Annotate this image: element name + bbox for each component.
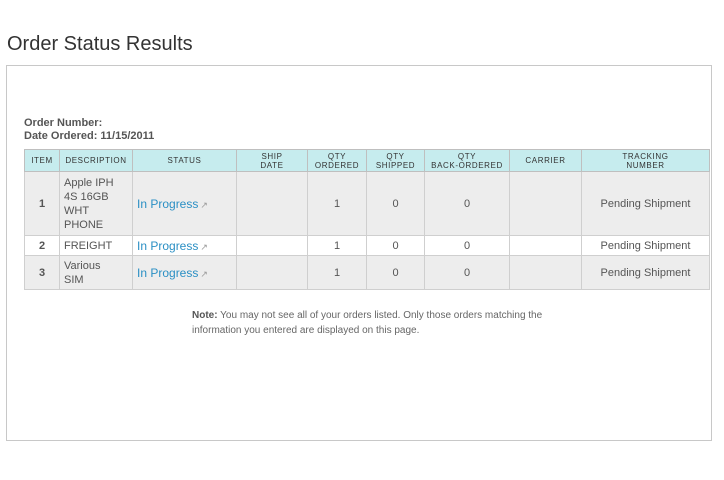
item-number: 3 bbox=[24, 255, 60, 290]
ship-date bbox=[236, 235, 308, 256]
qty-backordered: 0 bbox=[424, 235, 510, 256]
ship-date bbox=[236, 255, 308, 290]
status-link[interactable]: In Progress bbox=[137, 266, 198, 280]
table-row: 1 Apple IPH 4S 16GB WHT PHONE In Progres… bbox=[24, 171, 710, 236]
order-results-panel: Order Number: Date Ordered: 11/15/2011 I… bbox=[6, 65, 712, 441]
qty-ordered: 1 bbox=[307, 235, 367, 256]
note-text: You may not see all of your orders liste… bbox=[192, 310, 543, 336]
ship-date bbox=[236, 171, 308, 236]
item-description: FREIGHT bbox=[59, 235, 133, 256]
carrier bbox=[509, 255, 582, 290]
qty-shipped: 0 bbox=[366, 235, 425, 256]
table-row: 3 Various SIM In Progress ↗ 1 0 0 Pending… bbox=[24, 255, 710, 290]
order-number-label: Order Number: bbox=[24, 117, 103, 129]
col-header-item: ITEM bbox=[24, 149, 60, 172]
external-link-icon: ↗ bbox=[200, 199, 208, 210]
page-title: Order Status Results bbox=[7, 33, 193, 55]
item-description: Various SIM bbox=[59, 255, 133, 290]
tracking-number: Pending Shipment bbox=[581, 171, 710, 236]
status-cell: In Progress ↗ bbox=[132, 171, 237, 236]
orders-table: ITEM DESCRIPTION STATUS SHIP DATE QTY ORDE… bbox=[24, 149, 710, 290]
col-header-qty-backordered: QTY BACK-ORDERED bbox=[424, 149, 510, 172]
note-label: Note: bbox=[192, 310, 218, 321]
order-meta: Order Number: Date Ordered: 11/15/2011 bbox=[24, 117, 154, 143]
col-header-status: STATUS bbox=[132, 149, 237, 172]
col-header-qty-shipped: QTY SHIPPED bbox=[366, 149, 425, 172]
col-header-qty-ordered: QTY ORDERED bbox=[307, 149, 367, 172]
qty-shipped: 0 bbox=[366, 255, 425, 290]
status-cell: In Progress ↗ bbox=[132, 255, 237, 290]
tracking-number: Pending Shipment bbox=[581, 235, 710, 256]
table-row: 2 FREIGHT In Progress ↗ 1 0 0 Pending Shi… bbox=[24, 235, 710, 256]
carrier bbox=[509, 235, 582, 256]
orders-note: Note: You may not see all of your orders… bbox=[192, 308, 592, 338]
qty-backordered: 0 bbox=[424, 255, 510, 290]
tracking-number: Pending Shipment bbox=[581, 255, 710, 290]
col-header-tracking: TRACKING NUMBER bbox=[581, 149, 710, 172]
qty-backordered: 0 bbox=[424, 171, 510, 236]
qty-ordered: 1 bbox=[307, 171, 367, 236]
carrier bbox=[509, 171, 582, 236]
status-cell: In Progress ↗ bbox=[132, 235, 237, 256]
qty-ordered: 1 bbox=[307, 255, 367, 290]
status-link[interactable]: In Progress bbox=[137, 197, 198, 211]
table-header-row: ITEM DESCRIPTION STATUS SHIP DATE QTY ORDE… bbox=[24, 149, 710, 172]
item-number: 1 bbox=[24, 171, 60, 236]
col-header-description: DESCRIPTION bbox=[59, 149, 133, 172]
col-header-ship-date: SHIP DATE bbox=[236, 149, 308, 172]
status-link[interactable]: In Progress bbox=[137, 239, 198, 253]
external-link-icon: ↗ bbox=[200, 241, 208, 252]
external-link-icon: ↗ bbox=[200, 268, 208, 279]
qty-shipped: 0 bbox=[366, 171, 425, 236]
item-number: 2 bbox=[24, 235, 60, 256]
item-description: Apple IPH 4S 16GB WHT PHONE bbox=[59, 171, 133, 236]
col-header-carrier: CARRIER bbox=[509, 149, 582, 172]
order-date-label: Date Ordered: 11/15/2011 bbox=[24, 130, 155, 142]
